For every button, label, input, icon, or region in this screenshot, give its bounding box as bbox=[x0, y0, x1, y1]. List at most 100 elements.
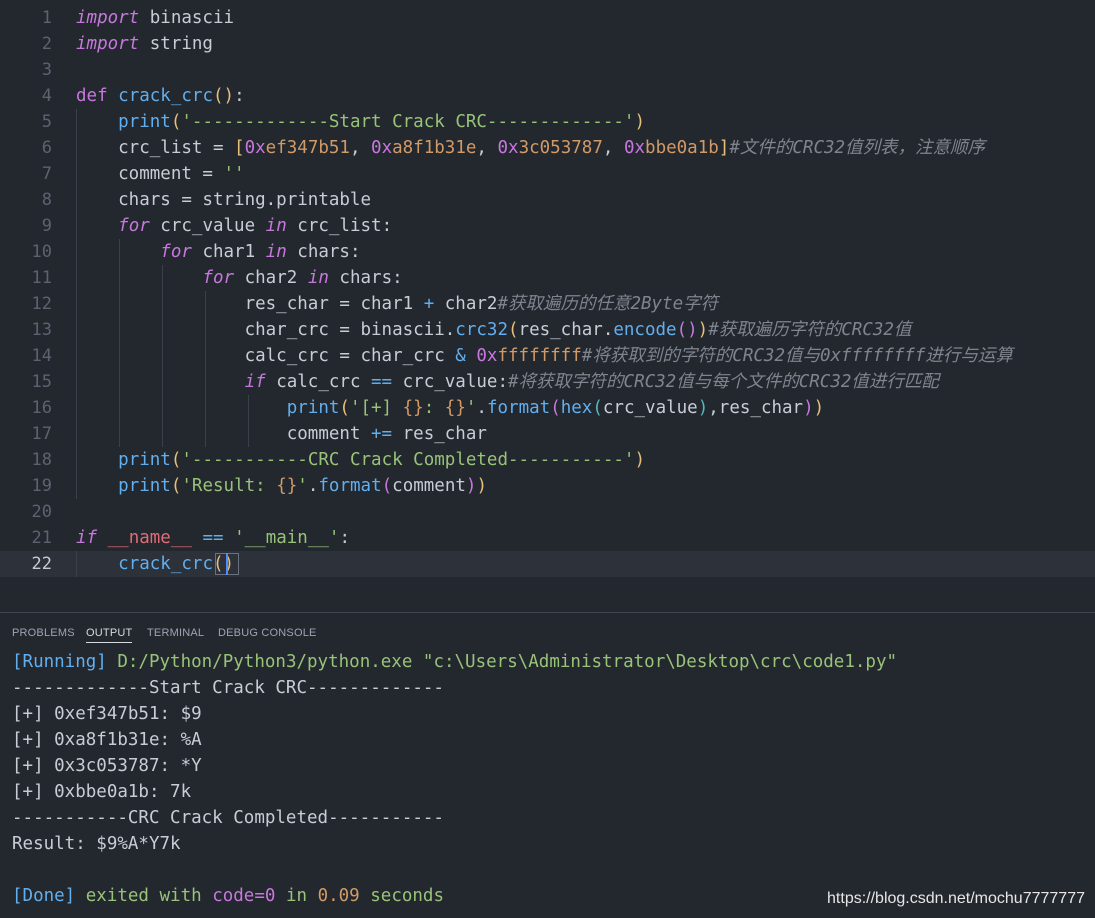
tab-output[interactable]: OUTPUT bbox=[86, 626, 132, 643]
code-token: [ bbox=[234, 138, 245, 158]
code-token: comment bbox=[392, 476, 466, 496]
code-token bbox=[76, 476, 118, 496]
code-token: res_char. bbox=[519, 320, 614, 340]
code-line[interactable]: 6 crc_list = [0xef347b51, 0xa8f1b31e, 0x… bbox=[0, 135, 1095, 161]
code-token: {} bbox=[445, 398, 466, 418]
code-line[interactable]: 11 for char2 in chars: bbox=[0, 265, 1095, 291]
line-number: 18 bbox=[0, 447, 52, 473]
code-line[interactable]: 21if __name__ == '__main__': bbox=[0, 525, 1095, 551]
code-token: ( bbox=[339, 398, 350, 418]
line-number: 21 bbox=[0, 525, 52, 551]
code-line[interactable]: 13 char_crc = binascii.crc32(res_char.en… bbox=[0, 317, 1095, 343]
tab-terminal[interactable]: TERMINAL bbox=[147, 626, 204, 642]
line-number: 6 bbox=[0, 135, 52, 161]
code-token: 0.09 bbox=[318, 886, 360, 906]
code-line[interactable]: 1 import binascii bbox=[0, 5, 1095, 31]
code-token: : bbox=[234, 86, 245, 106]
code-token: == bbox=[202, 528, 223, 548]
code-token: ' bbox=[466, 398, 477, 418]
code-line[interactable]: 9 for crc_value in crc_list: bbox=[0, 213, 1095, 239]
code-line[interactable]: 5 print('-------------Start Crack CRC---… bbox=[0, 109, 1095, 135]
code-line[interactable]: 16 print('[+] {}: {}'.format(hex(crc_val… bbox=[0, 395, 1095, 421]
code-token bbox=[97, 528, 108, 548]
code-token: 3c053787 bbox=[519, 138, 603, 158]
code-text: import binascii bbox=[76, 5, 234, 31]
code-token: chars: bbox=[329, 268, 403, 288]
code-token: in bbox=[266, 216, 287, 236]
code-token bbox=[76, 372, 245, 392]
code-token: for bbox=[160, 242, 192, 262]
code-token: 'Result: bbox=[181, 476, 276, 496]
code-line[interactable]: 4def crack_crc(): bbox=[0, 83, 1095, 109]
code-line[interactable]: 10 for char1 in chars: bbox=[0, 239, 1095, 265]
code-token: -------------Start Crack CRC------------… bbox=[12, 678, 444, 698]
code-text: crack_crc() bbox=[76, 551, 234, 577]
code-token: format bbox=[487, 398, 550, 418]
code-token: ) bbox=[803, 398, 814, 418]
code-token: ffffffff bbox=[497, 346, 581, 366]
code-token: for bbox=[118, 216, 150, 236]
code-line[interactable]: 3 bbox=[0, 57, 1095, 83]
line-number: 3 bbox=[0, 57, 52, 83]
code-line[interactable]: 20 bbox=[0, 499, 1095, 525]
bottom-panel: PROBLEMS OUTPUT TERMINAL DEBUG CONSOLE [… bbox=[0, 612, 1095, 918]
indent-guide bbox=[205, 291, 206, 447]
code-text: comment += res_char bbox=[76, 421, 487, 447]
code-token: print bbox=[287, 398, 340, 418]
tab-debug-console[interactable]: DEBUG CONSOLE bbox=[218, 626, 317, 642]
code-editor[interactable]: 1 import binascii2import string34def crac… bbox=[0, 0, 1095, 612]
line-number: 1 bbox=[0, 5, 52, 31]
code-line[interactable]: 12 res_char = char1 + char2#获取遍历的任意2Byte… bbox=[0, 291, 1095, 317]
code-token: #将获取到的字符的CRC32值与0xffffffff进行与运算 bbox=[582, 346, 1013, 366]
code-token: 0x bbox=[371, 138, 392, 158]
code-text: print('[+] {}: {}'.format(hex(crc_value)… bbox=[76, 395, 824, 421]
output-line: [+] 0xbbe0a1b: 7k bbox=[12, 779, 191, 805]
code-line[interactable]: 7 comment = '' bbox=[0, 161, 1095, 187]
code-token: crc_list = bbox=[76, 138, 234, 158]
code-line[interactable]: 15 if calc_crc == crc_value:#将获取字符的CRC32… bbox=[0, 369, 1095, 395]
code-token: char1 bbox=[192, 242, 266, 262]
code-line[interactable]: 2import string bbox=[0, 31, 1095, 57]
code-token: . bbox=[308, 476, 319, 496]
code-token: #将获取字符的CRC32值与每个文件的CRC32值进行匹配 bbox=[508, 372, 939, 392]
code-token: if bbox=[76, 528, 97, 548]
code-token: exited with bbox=[75, 886, 212, 906]
code-token: & bbox=[455, 346, 466, 366]
code-token: for bbox=[202, 268, 234, 288]
code-text: char_crc = binascii.crc32(res_char.encod… bbox=[76, 317, 911, 343]
output-line: [+] 0xef347b51: $9 bbox=[12, 701, 202, 727]
code-token: {} bbox=[276, 476, 297, 496]
code-token: __name__ bbox=[108, 528, 192, 548]
code-token: '-----------CRC Crack Completed---------… bbox=[181, 450, 634, 470]
code-token: char2 bbox=[434, 294, 497, 314]
code-line[interactable]: 14 calc_crc = char_crc & 0xffffffff#将获取到… bbox=[0, 343, 1095, 369]
code-token: 0x bbox=[476, 346, 497, 366]
code-token: '-------------Start Crack CRC-----------… bbox=[181, 112, 634, 132]
code-token bbox=[76, 450, 118, 470]
text-cursor bbox=[226, 553, 228, 575]
code-token: res_char bbox=[392, 424, 487, 444]
line-number: 11 bbox=[0, 265, 52, 291]
code-line[interactable]: 19 print('Result: {}'.format(comment)) bbox=[0, 473, 1095, 499]
code-token: ) bbox=[698, 398, 709, 418]
code-token: in bbox=[308, 268, 329, 288]
code-line[interactable]: 18 print('-----------CRC Crack Completed… bbox=[0, 447, 1095, 473]
code-token: #获取遍历的任意2Byte字符 bbox=[497, 294, 718, 314]
code-token: "c:\Users\Administrator\Desktop\crc\code… bbox=[423, 652, 897, 672]
code-line[interactable]: 17 comment += res_char bbox=[0, 421, 1095, 447]
code-text: print('-----------CRC Crack Completed---… bbox=[76, 447, 645, 473]
code-token: ) bbox=[634, 450, 645, 470]
code-token: , bbox=[476, 138, 497, 158]
code-line[interactable]: 22 crack_crc() bbox=[0, 551, 1095, 577]
line-number: 22 bbox=[0, 551, 52, 577]
code-text: for crc_value in crc_list: bbox=[76, 213, 392, 239]
code-token: ( bbox=[171, 476, 182, 496]
tab-problems[interactable]: PROBLEMS bbox=[12, 626, 75, 642]
code-token: crc_value: bbox=[392, 372, 508, 392]
indent-guide bbox=[162, 265, 163, 447]
output-line: [Running] D:/Python/Python3/python.exe "… bbox=[12, 649, 897, 675]
code-token: '' bbox=[224, 164, 245, 184]
code-line[interactable]: 8 chars = string.printable bbox=[0, 187, 1095, 213]
code-token: [+] 0xef347b51: $9 bbox=[12, 704, 202, 724]
indent-guide bbox=[76, 551, 77, 577]
